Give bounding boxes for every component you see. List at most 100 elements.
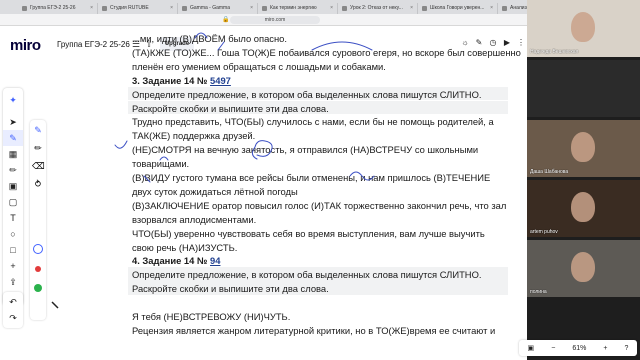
line-text: ЧТО(БЫ) уверенно чувствовать себя во вре… (132, 227, 485, 239)
text-icon[interactable]: T (3, 210, 23, 226)
line-text: свою речь (НА)ИЗУСТЬ. (132, 241, 238, 253)
tab-close-icon[interactable]: × (248, 3, 253, 14)
browser-tab[interactable]: Урок 2: Отказ от неку... × (338, 2, 418, 14)
document-line: двух суток дожидаться лётной погоды (132, 185, 298, 198)
color-blue-swatch[interactable] (33, 244, 43, 254)
document-line: товарищами. (132, 157, 189, 170)
zoom-in-button[interactable]: + (603, 345, 607, 352)
browser-tab-bar: Группа ЕГЭ-2 25-26 × Студия RUTUBE × Gamma -… (0, 0, 578, 14)
tab-favicon-icon (262, 5, 267, 11)
document-line: (ТА)КЖЕ (ТО)ЖЕ... Гоша ТО(Ж)Е побаивался… (132, 46, 521, 59)
document-line: Я тебя (НЕ)ВСТРЕВОЖУ (НИ)ЧУТЬ. (132, 310, 290, 323)
eraser-icon[interactable]: ⌫ (32, 160, 45, 172)
document-line: взорвался аплодисментами. (132, 213, 256, 226)
color-red-swatch[interactable] (35, 266, 41, 272)
video-participants-panel: Надежда Вешевская Даша Шабанова artem puho… (527, 0, 640, 360)
document-line: Трудно представить, ЧТО(БЫ) случилось с … (132, 115, 494, 128)
comment-tool-icon[interactable]: ○ (3, 226, 23, 242)
participant-video-tile[interactable] (527, 60, 640, 117)
marker-icon[interactable]: ✏ (32, 142, 44, 154)
document-line: пленён его умением обращаться с лошадьми… (132, 60, 386, 73)
tab-close-icon[interactable]: × (488, 3, 493, 14)
tab-favicon-icon (22, 5, 27, 11)
participant-face (571, 192, 595, 222)
tab-close-icon[interactable]: × (328, 3, 333, 14)
tab-close-icon[interactable]: × (168, 3, 173, 14)
pen-tool-icon[interactable]: ✎ (3, 130, 23, 146)
tab-title: Студия RUTUBE (110, 4, 149, 11)
zoom-level[interactable]: 61% (572, 345, 586, 352)
document-line: (В)ЗАКЛЮЧЕНИЕ оратор повысил голос (И)ТА… (132, 199, 506, 212)
color-green-swatch[interactable] (34, 284, 42, 292)
participant-name: artem puhov (530, 229, 558, 235)
pen-icon[interactable]: ✎ (32, 124, 44, 136)
table-icon[interactable]: ▦ (3, 146, 23, 162)
line-text: ТАК(ЖЕ) поддержка друзей. (132, 130, 256, 142)
participant-face (571, 252, 595, 282)
address-bar: 🔒 miro.com (0, 14, 527, 26)
lasso-icon[interactable]: ⥁ (32, 178, 44, 190)
tab-title: Как термин энергию (270, 4, 317, 11)
browser-tab[interactable]: Как термин энергию × (258, 2, 338, 14)
participant-name: полина (530, 289, 547, 295)
task-number-link[interactable]: 5497 (210, 75, 231, 86)
board-name[interactable]: Группа ЕГЭ-2 25-26 (57, 40, 130, 49)
browser-tab[interactable]: Школа Говори уверен... × (418, 2, 498, 14)
document-line: Определите предложение, в котором оба вы… (132, 88, 481, 101)
frame-icon[interactable]: □ (3, 242, 23, 258)
zoom-out-button[interactable]: − (551, 345, 555, 352)
document-line: Рецензия является жанром литературной кр… (132, 324, 495, 337)
tab-close-icon[interactable]: × (88, 3, 93, 14)
pen-cursor-icon (51, 301, 59, 309)
document-line: ЧТО(БЫ) уверенно чувствовать себя во вре… (132, 227, 485, 240)
select-cursor-icon[interactable]: ➤ (3, 114, 23, 130)
line-text: (В)ЗАКЛЮЧЕНИЕ оратор повысил голос (И)ТА… (132, 199, 507, 211)
tab-title: Группа ЕГЭ-2 25-26 (30, 4, 76, 11)
help-icon[interactable]: ? (625, 345, 629, 352)
fit-icon[interactable]: ▣ (528, 344, 535, 352)
browser-tab[interactable]: Студия RUTUBE × (98, 2, 178, 14)
document-line: 3. Задание 14 № 5497 (132, 74, 231, 87)
undo-icon[interactable]: ↶ (3, 294, 23, 310)
task-number-link[interactable]: 94 (210, 255, 220, 266)
tab-favicon-icon (342, 5, 347, 11)
line-text: пленён его умением обращаться с лошадьми… (132, 60, 386, 72)
ai-sparkle-icon[interactable]: ✦ (3, 92, 23, 108)
lock-icon: 🔒 (222, 17, 230, 23)
document-line: Раскройте скобки и выпишите эти два слов… (132, 282, 329, 295)
tab-favicon-icon (502, 5, 507, 11)
participant-video-tile[interactable]: полина (527, 240, 640, 297)
document-line: (В)ВИДУ густого тумана все рейсы были от… (132, 171, 490, 184)
line-text: Определите предложение, в котором оба вы… (132, 88, 482, 100)
browser-tab[interactable]: Gamma - Gamma × (178, 2, 258, 14)
url-field[interactable]: miro.com (230, 16, 320, 24)
tab-favicon-icon (182, 5, 187, 11)
line-text: (НЕ)СМОТРЯ на вечную занятость, я отправ… (132, 144, 479, 156)
upload-icon[interactable]: ⇪ (3, 274, 23, 290)
tab-favicon-icon (422, 5, 427, 11)
tab-favicon-icon (102, 5, 107, 11)
line-text: Я тебя (НЕ)ВСТРЕВОЖУ (НИ)ЧУТЬ. (132, 311, 291, 322)
participant-name: Надежда Вешевская (530, 49, 579, 55)
document-line: 4. Задание 14 № 94 (132, 254, 220, 267)
participant-video-tile[interactable]: Надежда Вешевская (527, 0, 640, 57)
participant-video-tile[interactable]: artem puhov (527, 180, 640, 237)
left-toolbar: ✦ ➤ ✎ ▦ ✏ ▣ ▢ T ○ □ + ⇪ (3, 88, 23, 306)
line-text: двух суток дожидаться лётной погоды (132, 185, 298, 197)
miro-logo[interactable]: miro (10, 37, 41, 54)
document-line: ...ми, идти (В)ДВОЁМ было опасно. (132, 32, 287, 45)
tab-close-icon[interactable]: × (408, 3, 413, 14)
line-text: Рецензия является жанром литературной кр… (132, 324, 496, 336)
redo-icon[interactable]: ↷ (3, 310, 23, 326)
shape-icon[interactable]: ▢ (3, 194, 23, 210)
highlighter-icon[interactable]: ✏ (3, 162, 23, 178)
document-line: Определите предложение, в котором оба вы… (132, 268, 481, 281)
participant-face (571, 132, 595, 162)
add-more-icon[interactable]: + (3, 258, 23, 274)
tab-title: Урок 2: Отказ от неку... (350, 4, 403, 11)
line-text: Раскройте скобки и выпишите эти два слов… (132, 283, 329, 295)
pen-options-panel: ✎ ✏ ⌫ ⥁ (30, 120, 46, 320)
sticky-note-icon[interactable]: ▣ (3, 178, 23, 194)
participant-video-tile[interactable]: Даша Шабанова (527, 120, 640, 177)
browser-tab[interactable]: Группа ЕГЭ-2 25-26 × (18, 2, 98, 14)
